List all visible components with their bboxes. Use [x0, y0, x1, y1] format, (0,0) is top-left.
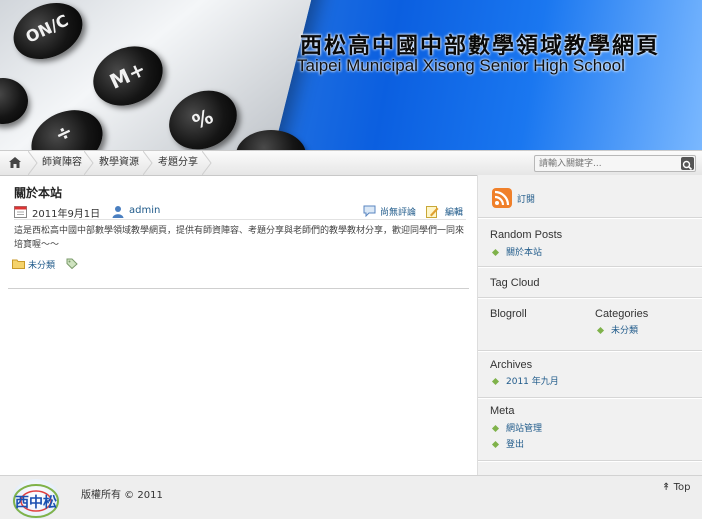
nav-item-exams[interactable]: 考題分享 [158, 151, 198, 175]
footer: 西中松 版權所有 © 2011 ↟ Top [0, 475, 702, 519]
key-label-divide: ÷ [50, 118, 77, 148]
categories-title: Categories [595, 308, 649, 320]
meta-divider [14, 219, 466, 220]
calendar-icon [14, 206, 27, 218]
search-button[interactable] [681, 157, 694, 171]
sidebar: 訂閱 Random Posts 關於本站 Tag Cloud Blogroll … [477, 175, 702, 475]
tag-icon [66, 258, 78, 269]
random-posts-title: Random Posts [490, 229, 563, 241]
random-post-link[interactable]: 關於本站 [506, 245, 542, 258]
folder-icon [12, 259, 25, 269]
post-title[interactable]: 關於本站 [14, 184, 62, 201]
site-title-en: Taipei Municipal Xisong Senior High Scho… [297, 56, 625, 75]
sidebar-meta: Meta 網站管理 登出 [478, 398, 702, 461]
meta-logout-link[interactable]: 登出 [506, 437, 524, 450]
header-banner: ON/C M+ % ÷ 西松高中國中部數學領域教學網頁 Taipei Munic… [0, 0, 702, 150]
archive-link[interactable]: 2011 年九月 [506, 374, 559, 387]
key-label-percent: % [188, 103, 217, 135]
school-logo: 西中松 [12, 479, 60, 519]
sidebar-links: Blogroll Categories 未分類 [478, 298, 702, 351]
sidebar-subscribe: 訂閱 [478, 175, 702, 218]
search-box [534, 155, 696, 172]
nav-separator [143, 151, 153, 175]
nav-home[interactable] [0, 151, 30, 175]
nav-item-teachers[interactable]: 師資陣容 [42, 151, 82, 175]
back-to-top-label: Top [673, 482, 691, 493]
nav-separator [28, 151, 38, 175]
nav-separator [202, 151, 212, 175]
edit-icon [426, 206, 439, 218]
main-nav: 師資陣容 教學資源 考題分享 [0, 150, 702, 176]
school-logo-emblem: 西中松 [13, 484, 59, 518]
key-label-onc: ON/C [22, 10, 72, 47]
meta-admin-link[interactable]: 網站管理 [506, 421, 542, 434]
subscribe-link[interactable]: 訂閱 [517, 192, 535, 205]
comment-icon [363, 205, 376, 217]
arrow-up-icon: ↟ [662, 482, 671, 493]
post-comments-link[interactable]: 尚無評論 [380, 205, 416, 218]
content-divider [8, 288, 469, 289]
rss-icon[interactable] [492, 188, 512, 208]
key-label-mplus: M+ [105, 56, 150, 94]
bullet-icon [491, 440, 500, 449]
tag-cloud-title: Tag Cloud [490, 277, 540, 289]
search-input[interactable] [537, 156, 677, 171]
bullet-icon [491, 377, 500, 386]
post-date: 2011年9月1日 [32, 209, 101, 220]
home-icon [9, 157, 21, 168]
back-to-top-link[interactable]: ↟ Top [662, 482, 690, 493]
archives-title: Archives [490, 359, 533, 371]
post-body: 這是西松高中國中部數學領域教學網頁，提供有師資陣容、考題分享與老師們的教學教材分… [14, 226, 465, 250]
post-edit-link[interactable]: 編輯 [445, 205, 463, 218]
bullet-icon [596, 326, 605, 335]
blogroll-title: Blogroll [490, 308, 527, 320]
nav-item-resources[interactable]: 教學資源 [99, 151, 139, 175]
user-icon [112, 206, 124, 218]
post-meta: 2011年9月1日 admin 尚無評論 編輯 [14, 205, 466, 220]
search-icon [682, 160, 693, 171]
sidebar-archives: Archives 2011 年九月 [478, 351, 702, 398]
category-link[interactable]: 未分類 [611, 323, 638, 336]
post-author[interactable]: admin [129, 205, 160, 216]
sidebar-tag-cloud: Tag Cloud [478, 267, 702, 298]
sidebar-random-posts: Random Posts 關於本站 [478, 218, 702, 267]
nav-separator [84, 151, 94, 175]
meta-title: Meta [490, 405, 515, 417]
bullet-icon [491, 424, 500, 433]
post-category-link[interactable]: 未分類 [28, 258, 55, 271]
logo-text: 西中松 [15, 494, 57, 511]
copyright-text: 版權所有 © 2011 [81, 490, 163, 501]
bullet-icon [491, 248, 500, 257]
